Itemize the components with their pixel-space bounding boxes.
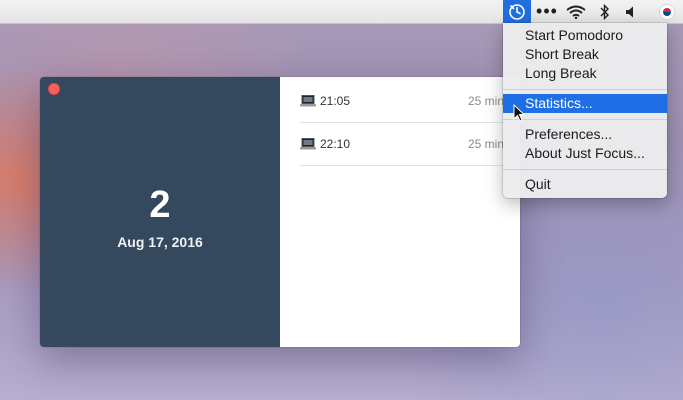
bluetooth-icon[interactable]: [596, 0, 614, 23]
menu-item-short-break[interactable]: Short Break: [503, 45, 667, 64]
session-list: 21:05 25 min 22:10 25 min: [280, 77, 520, 347]
menu-item-about[interactable]: About Just Focus...: [503, 144, 667, 163]
menu-item-preferences[interactable]: Preferences...: [503, 125, 667, 144]
close-button[interactable]: [48, 83, 60, 95]
menu-item-statistics[interactable]: Statistics...: [503, 94, 667, 113]
wifi-icon[interactable]: [564, 0, 588, 23]
menu-item-quit[interactable]: Quit: [503, 175, 667, 194]
date-label: Aug 17, 2016: [117, 234, 203, 250]
volume-icon[interactable]: [622, 0, 642, 23]
menu-bar: •••: [0, 0, 683, 24]
status-menu: Start Pomodoro Short Break Long Break St…: [503, 23, 667, 198]
menu-item-long-break[interactable]: Long Break: [503, 64, 667, 83]
pomodoro-count: 2: [149, 184, 171, 226]
menu-divider: [503, 119, 667, 120]
list-item[interactable]: 22:10 25 min: [300, 122, 520, 166]
list-item[interactable]: 21:05 25 min: [300, 79, 520, 123]
session-time: 21:05: [320, 93, 351, 108]
session-duration: 25 min: [468, 93, 505, 108]
laptop-icon: [300, 137, 316, 149]
menu-divider: [503, 89, 667, 90]
menu-item-start-pomodoro[interactable]: Start Pomodoro: [503, 26, 667, 45]
mouse-cursor-icon: [513, 104, 525, 122]
statistics-window: 2 Aug 17, 2016 21:05 25 min 22:10 25 min: [40, 77, 520, 347]
menu-divider: [503, 169, 667, 170]
session-duration: 25 min: [468, 136, 505, 151]
flag-icon[interactable]: [656, 0, 678, 23]
laptop-icon: [300, 94, 316, 106]
summary-panel: 2 Aug 17, 2016: [40, 77, 280, 347]
just-focus-icon[interactable]: [503, 0, 531, 23]
more-icon[interactable]: •••: [535, 0, 559, 23]
session-time: 22:10: [320, 136, 351, 151]
